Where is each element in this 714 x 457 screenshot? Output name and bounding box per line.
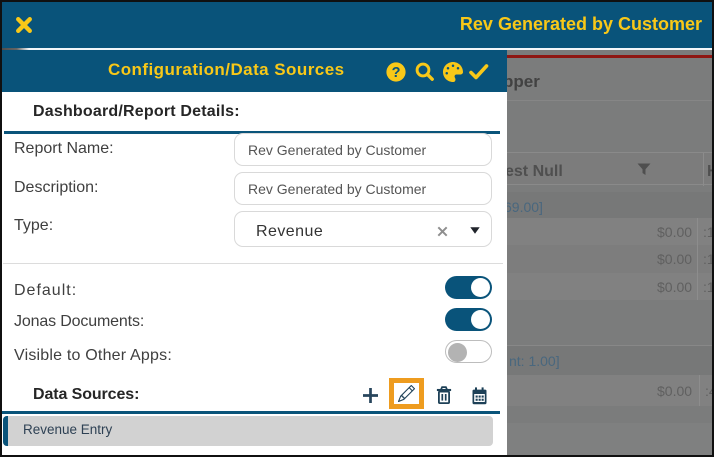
svg-text:?: ? xyxy=(392,65,401,81)
